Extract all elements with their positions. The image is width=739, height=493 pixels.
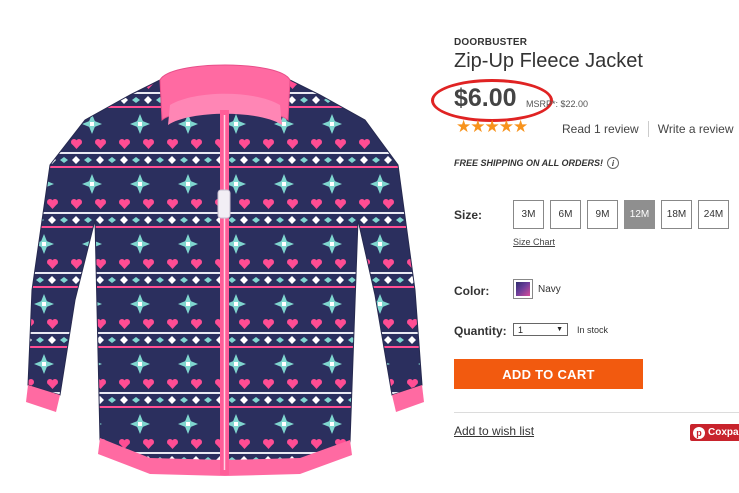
info-icon[interactable]: i [607, 157, 620, 169]
size-option-24m[interactable]: 24M [698, 200, 729, 229]
free-shipping-notice: FREE SHIPPING ON ALL ORDERS! i [454, 157, 620, 169]
size-option-6m[interactable]: 6M [550, 200, 581, 229]
read-reviews-link[interactable]: Read 1 review [562, 122, 639, 136]
review-links: Read 1 review Write a review [562, 121, 734, 137]
pinterest-label: Coxpa [708, 427, 739, 438]
size-option-9m[interactable]: 9M [587, 200, 618, 229]
pinterest-icon: p [693, 426, 705, 439]
product-image [20, 50, 430, 480]
review-divider [647, 121, 649, 137]
size-option-12m[interactable]: 12M [624, 200, 655, 229]
divider [454, 412, 739, 413]
sale-price: $6.00 [454, 84, 517, 112]
color-label: Color: [454, 284, 490, 298]
size-label: Size: [454, 208, 483, 222]
swatch-fill [516, 282, 530, 296]
chevron-down-icon: ▼ [556, 326, 563, 333]
rating-stars-icon: ★★★★★ [456, 117, 528, 136]
color-name: Navy [538, 284, 561, 295]
quantity-value: 1 [518, 324, 524, 335]
doorbuster-label: DOORBUSTER [454, 37, 528, 48]
pinterest-button[interactable]: p Coxpa [690, 424, 739, 441]
color-swatch-navy[interactable] [513, 279, 533, 299]
size-option-3m[interactable]: 3M [513, 200, 544, 229]
add-to-cart-button[interactable]: ADD TO CART [454, 359, 643, 389]
product-title: Zip-Up Fleece Jacket [454, 50, 643, 72]
msrp-price: MSRP*: $22.00 [526, 99, 589, 109]
size-chart-link[interactable]: Size Chart [513, 237, 555, 247]
free-shipping-text: FREE SHIPPING ON ALL ORDERS! [454, 158, 604, 168]
stock-status: In stock [577, 325, 609, 335]
quantity-select[interactable]: 1 ▼ [513, 323, 568, 336]
fleece-jacket-illustration [26, 64, 424, 476]
write-review-link[interactable]: Write a review [658, 122, 734, 136]
size-options: 3M 6M 9M 12M 18M 24M [513, 200, 729, 229]
size-option-18m[interactable]: 18M [661, 200, 692, 229]
quantity-label: Quantity: [454, 324, 507, 338]
add-to-wishlist-link[interactable]: Add to wish list [454, 424, 534, 438]
